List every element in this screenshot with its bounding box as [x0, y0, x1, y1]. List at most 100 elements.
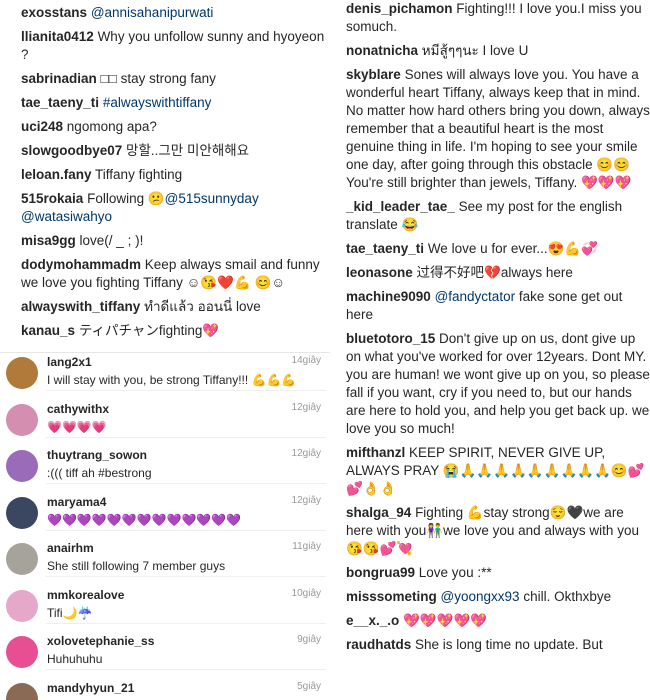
- comment-username[interactable]: mifthanzl: [346, 445, 405, 460]
- comment-username[interactable]: alwayswith_tiffany: [21, 299, 140, 314]
- comment-text: Tiffany fighting: [95, 167, 183, 182]
- comment-username[interactable]: dodymohammadm: [21, 257, 141, 272]
- comment-username[interactable]: sabrinadian: [21, 71, 97, 86]
- comment-timestamp: 12giây: [291, 401, 321, 413]
- comment-mention[interactable]: @annisahanipurwati: [91, 5, 214, 20]
- comment-mention[interactable]: #alwayswithtiffany: [103, 95, 212, 110]
- comment-item: leonasone 过得不好吧💔always here: [346, 264, 650, 282]
- avatar[interactable]: [6, 543, 38, 575]
- avatar[interactable]: [6, 636, 38, 668]
- comment-text: ngomong apa?: [66, 119, 157, 134]
- comment-text: Sones will always love you. You have a w…: [346, 67, 650, 190]
- comment-row: mmkorealove Tifi🌙☔ 10giây: [0, 586, 330, 633]
- comment-timestamp: 9giây: [297, 634, 321, 645]
- comment-username[interactable]: kanau_s: [21, 323, 75, 338]
- comment-username[interactable]: cathywithx: [47, 402, 109, 416]
- comment-text: I will stay with you, be strong Tiffany!…: [47, 373, 297, 387]
- comment-username[interactable]: thuytrang_sowon: [47, 448, 147, 462]
- comment-text: ทำดีแล้ว ออนนี่ love: [144, 299, 261, 314]
- comment-timestamp: 14giây: [291, 355, 321, 366]
- comment-item: shalga_94 Fighting 💪stay strong😌🖤we are …: [346, 504, 650, 558]
- comment-timestamp: 12giây: [291, 494, 321, 506]
- comment-username[interactable]: llianita0412: [21, 29, 94, 44]
- comment-username[interactable]: bluetotoro_15: [346, 331, 435, 346]
- row-divider: [46, 390, 326, 391]
- comment-username[interactable]: uci248: [21, 119, 63, 134]
- comment-username[interactable]: denis_pichamon: [346, 1, 453, 16]
- comment-timestamp: 5giây: [297, 680, 321, 692]
- comment-item: e__x._.o 💖💖💖💖💖: [346, 612, 650, 630]
- comment-timestamp: 11giây: [292, 541, 321, 552]
- comment-item: dodymohammadm Keep always smail and funn…: [21, 256, 330, 292]
- comment-mention[interactable]: @fandyctator: [435, 289, 516, 304]
- comment-username[interactable]: mandyhyun_21: [47, 681, 134, 695]
- row-divider: [46, 576, 326, 577]
- comment-text: We love u for ever...😍💪💞: [427, 241, 599, 256]
- comment-item: denis_pichamon Fighting!!! I love you.I …: [346, 0, 650, 36]
- comment-timestamp: 10giây: [291, 587, 321, 599]
- comment-username[interactable]: nonatnicha: [346, 43, 418, 58]
- comment-item: raudhatds She is long time no update. Bu…: [346, 636, 650, 654]
- comment-username[interactable]: maryama4: [47, 495, 106, 509]
- comment-username[interactable]: xolovetephanie_ss: [47, 634, 154, 648]
- comment-row: xolovetephanie_ss Huhuhuhu 9giây: [0, 632, 330, 679]
- comment-username[interactable]: mmkorealove: [47, 588, 124, 602]
- avatar[interactable]: [6, 496, 38, 529]
- comment-row: maryama4 💜💜💜💜💜💜💜💜💜💜💜💜💜 12giây: [0, 493, 330, 540]
- comment-username[interactable]: misssometing: [346, 589, 437, 604]
- comment-item: misa9gg love(/ _ ; )!: [21, 232, 330, 250]
- comment-username[interactable]: shalga_94: [346, 505, 411, 520]
- comment-text: She still following 7 member guys: [47, 559, 226, 573]
- comment-username[interactable]: _kid_leader_tae_: [346, 199, 455, 214]
- comment-username[interactable]: leloan.fany: [21, 167, 92, 182]
- comment-username[interactable]: 515rokaia: [21, 191, 83, 206]
- comment-item: 515rokaia Following 😕@515sunnyday @watas…: [21, 190, 330, 226]
- comment-list-right: denis_pichamon Fighting!!! I love you.I …: [334, 0, 650, 700]
- comment-row: lang2x1 I will stay with you, be strong T…: [0, 353, 330, 400]
- comment-text-after: chill. Okthxbye: [519, 589, 612, 604]
- comment-item: misssometing @yoongxx93 chill. Okthxbye: [346, 588, 650, 606]
- comment-list-top-left: exosstans @annisahanipurwati llianita0412…: [0, 0, 330, 352]
- row-divider: [46, 622, 326, 624]
- comment-item: skyblare Sones will always love you. You…: [346, 66, 650, 192]
- comment-username[interactable]: tae_taeny_ti: [346, 241, 424, 256]
- avatar[interactable]: [6, 682, 38, 700]
- row-divider: [46, 529, 326, 531]
- comment-username[interactable]: e__x._.o: [346, 613, 399, 628]
- comment-username[interactable]: bongrua99: [346, 565, 415, 580]
- comment-text: ティパチャンfighting💖: [78, 323, 220, 338]
- comment-username[interactable]: leonasone: [346, 265, 413, 280]
- comment-text: Love you :**: [418, 565, 492, 580]
- comment-item: llianita0412 Why you unfollow sunny and …: [21, 28, 330, 64]
- avatar[interactable]: [6, 357, 38, 389]
- avatar[interactable]: [6, 403, 38, 436]
- comment-text: Tifi🌙☔: [47, 605, 93, 620]
- comment-item: machine9090 @fandyctator fake sone get o…: [346, 288, 650, 324]
- comment-username[interactable]: lang2x1: [47, 355, 92, 369]
- comment-item: slowgoodbye07 망할..그만 미안해해요: [21, 142, 330, 160]
- avatar[interactable]: [6, 450, 38, 482]
- comment-username[interactable]: misa9gg: [21, 233, 76, 248]
- comment-username[interactable]: slowgoodbye07: [21, 143, 122, 158]
- comment-username[interactable]: skyblare: [346, 67, 401, 82]
- comment-username[interactable]: exosstans: [21, 5, 87, 20]
- comment-text: love(/ _ ; )!: [79, 233, 144, 248]
- comment-row: thuytrang_sowon :((( tiff ah #bestrong 12g…: [0, 446, 330, 493]
- comment-list-bottom-left: lang2x1 I will stay with you, be strong T…: [0, 352, 330, 700]
- comment-text: 💖💖💖💖💖: [403, 613, 488, 628]
- avatar[interactable]: [6, 589, 38, 622]
- comment-item: sabrinadian □□ stay strong fany: [21, 70, 330, 88]
- comment-username[interactable]: tae_taeny_ti: [21, 95, 99, 110]
- comment-text: Huhuhuhu: [47, 652, 103, 666]
- comment-text: Following 😕: [87, 191, 165, 206]
- comment-timestamp: 12giây: [291, 448, 321, 459]
- comment-text: She is long time no update. But: [415, 637, 603, 652]
- comment-username[interactable]: machine9090: [346, 289, 431, 304]
- row-divider: [46, 483, 326, 484]
- comment-mention[interactable]: @yoongxx93: [441, 589, 520, 604]
- comment-username[interactable]: raudhatds: [346, 637, 411, 652]
- comment-row: anairhm She still following 7 member guys…: [0, 539, 330, 586]
- comment-username[interactable]: anairhm: [47, 541, 94, 555]
- comment-item: tae_taeny_ti We love u for ever...😍💪💞: [346, 240, 650, 258]
- comment-text: :((( tiff ah #bestrong: [47, 466, 152, 480]
